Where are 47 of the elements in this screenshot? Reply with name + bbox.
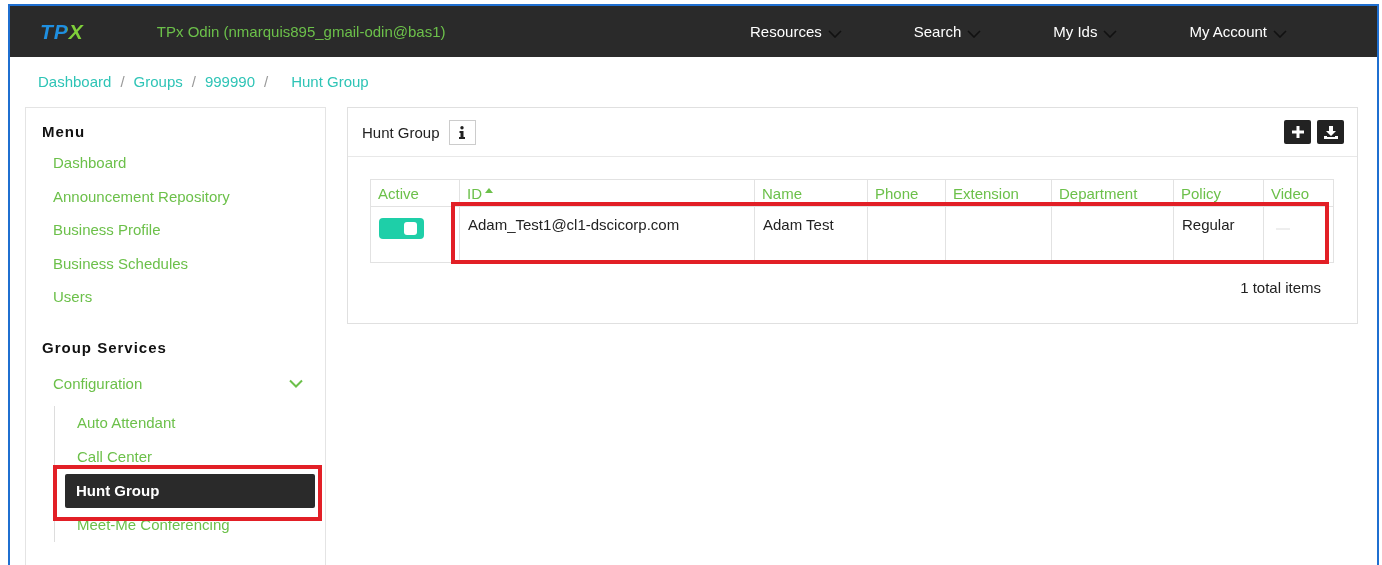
sidebar-item[interactable]: Business Schedules [42, 254, 325, 288]
sidebar-item[interactable]: Auto Attendant [55, 405, 325, 440]
nav-menu[interactable]: My Account [1189, 23, 1287, 40]
breadcrumb-separator: / [191, 73, 196, 92]
download-button[interactable] [1317, 120, 1344, 144]
column-header[interactable]: Video [1263, 179, 1334, 207]
breadcrumb-link[interactable]: Dashboard [38, 73, 112, 107]
sidebar-group[interactable]: Configuration [42, 369, 325, 398]
column-header[interactable]: Phone [867, 179, 946, 207]
info-button[interactable] [448, 119, 476, 145]
breadcrumb-link[interactable]: 999990 [204, 73, 255, 107]
active-toggle[interactable] [379, 218, 424, 239]
column-header[interactable]: ID [459, 179, 755, 207]
column-header[interactable]: Active [370, 179, 460, 207]
sidebar-item[interactable]: Announcement Repository [42, 187, 325, 221]
sidebar-item[interactable]: Business Profile [42, 221, 325, 255]
user-label: TPx Odin (nmarquis895_gmail-odin@bas1) [156, 23, 446, 40]
column-header[interactable]: Extension [945, 179, 1052, 207]
chevron-down-icon [827, 29, 842, 38]
panel-title: Hunt Group [362, 123, 440, 141]
breadcrumb-link[interactable]: Groups [133, 73, 183, 107]
sidebar-heading: Menu [42, 123, 87, 140]
sidebar-item[interactable]: Users [42, 288, 325, 322]
nav-menu[interactable]: My Ids [1053, 23, 1118, 40]
breadcrumb-separator: / [264, 73, 269, 92]
breadcrumb-link[interactable]: Hunt Group [291, 73, 369, 107]
plus-icon [1291, 126, 1304, 138]
column-header[interactable]: Policy [1173, 179, 1264, 207]
nav-menu[interactable]: Resources [750, 23, 842, 40]
add-button[interactable] [1284, 120, 1311, 144]
column-header[interactable]: Name [754, 179, 868, 207]
sidebar-heading: Group Services [42, 338, 168, 356]
breadcrumb-separator: / [120, 73, 125, 92]
chevron-down-icon [1273, 29, 1287, 38]
item-count: 1 total items [1240, 279, 1321, 296]
info-icon [459, 125, 466, 139]
sidebar-item[interactable]: Call Center [55, 439, 325, 474]
sort-up-icon [485, 187, 493, 193]
chevron-down-icon [289, 379, 303, 388]
chevron-down-icon [967, 29, 982, 38]
column-header[interactable]: Department [1051, 179, 1174, 207]
sidebar-item[interactable]: Dashboard [42, 154, 325, 188]
sidebar-item[interactable]: Hunt Group [65, 473, 315, 508]
nav-menu[interactable]: Search [913, 23, 982, 40]
chevron-down-icon [1103, 29, 1118, 38]
download-icon [1323, 125, 1338, 139]
sidebar-item[interactable]: Meet-Me Conferencing [55, 507, 325, 542]
